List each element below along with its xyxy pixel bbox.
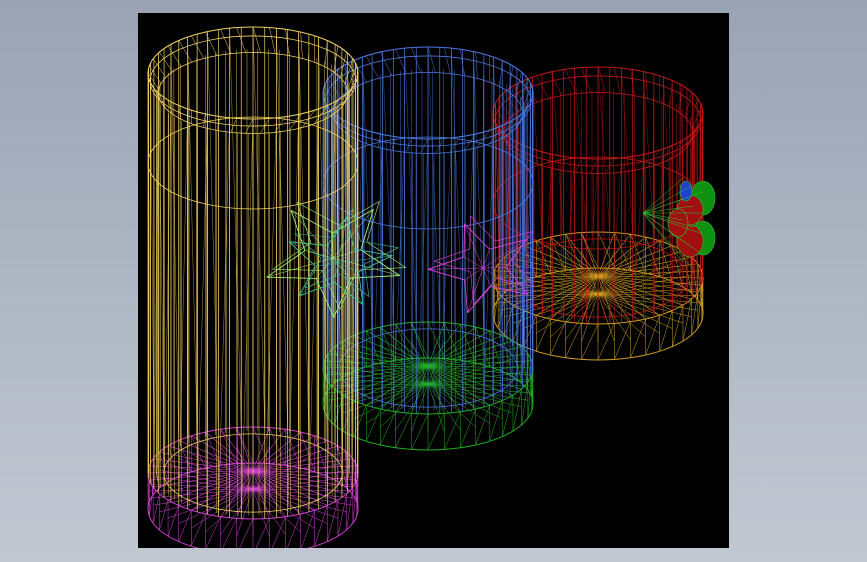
wireframe-scene xyxy=(147,26,716,548)
magenta-star xyxy=(427,215,535,314)
model-viewport[interactable] xyxy=(138,13,729,548)
